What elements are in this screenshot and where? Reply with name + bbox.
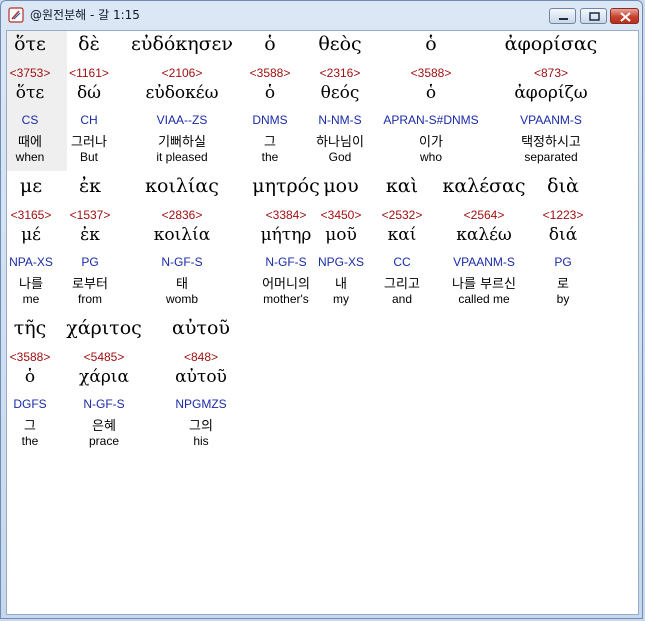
english-gloss: by	[556, 292, 570, 306]
lemma: κοιλία	[153, 225, 211, 245]
korean-gloss: 그의	[189, 419, 213, 434]
greek-word: ὁ	[425, 33, 437, 55]
greek-word: ἀφορίσας	[504, 33, 598, 55]
maximize-button[interactable]	[580, 8, 607, 24]
lemma: αὐτοῦ	[175, 367, 227, 387]
strong-number: <873>	[533, 66, 569, 80]
strong-number: <1223>	[542, 208, 584, 222]
korean-gloss: 이가	[419, 135, 443, 150]
close-icon	[620, 12, 631, 22]
parse-code: PG	[554, 255, 572, 269]
korean-gloss: 태	[176, 277, 188, 292]
strong-number: <848>	[183, 350, 219, 364]
parse-code: NPGMZS	[175, 397, 227, 411]
minimize-icon	[559, 18, 568, 20]
korean-gloss: 로	[557, 277, 569, 292]
strong-number: <2836>	[161, 208, 203, 222]
parse-code: VPAANM-S	[520, 113, 582, 127]
greek-word: αὐτοῦ	[172, 317, 230, 339]
parsing-pane[interactable]: ὅτε <3753> ὅτε CS 때에 when δὲ <1161> δώ CH 그러나 But εὐ…	[6, 30, 639, 615]
lemma: ὁ	[425, 83, 437, 103]
app-icon[interactable]	[8, 7, 24, 23]
greek-word: διὰ	[547, 175, 579, 197]
window-title: @원전분해 - 갈 1:15	[30, 8, 140, 22]
greek-word: κοιλίας	[145, 175, 219, 197]
minimize-button[interactable]	[549, 8, 576, 24]
english-gloss: his	[193, 434, 209, 448]
english-gloss: who	[419, 150, 442, 164]
app-window: @원전분해 - 갈 1:15 ὅτε <3753> ὅτε CS 때에 when δὲ <11…	[0, 0, 643, 619]
title-bar[interactable]: @원전분해 - 갈 1:15	[1, 1, 642, 28]
korean-gloss: 택정하시고	[521, 135, 581, 150]
maximize-icon	[589, 12, 600, 21]
parse-code: N-GF-S	[161, 255, 203, 269]
english-gloss: separated	[524, 150, 578, 164]
lemma: ἀφορίζω	[514, 83, 588, 103]
english-gloss: womb	[165, 292, 198, 306]
strong-number: <3588>	[410, 66, 452, 80]
lemma: διά	[548, 225, 578, 245]
parse-code: APRAN-S#DNMS	[383, 113, 479, 127]
close-button[interactable]	[610, 8, 639, 24]
